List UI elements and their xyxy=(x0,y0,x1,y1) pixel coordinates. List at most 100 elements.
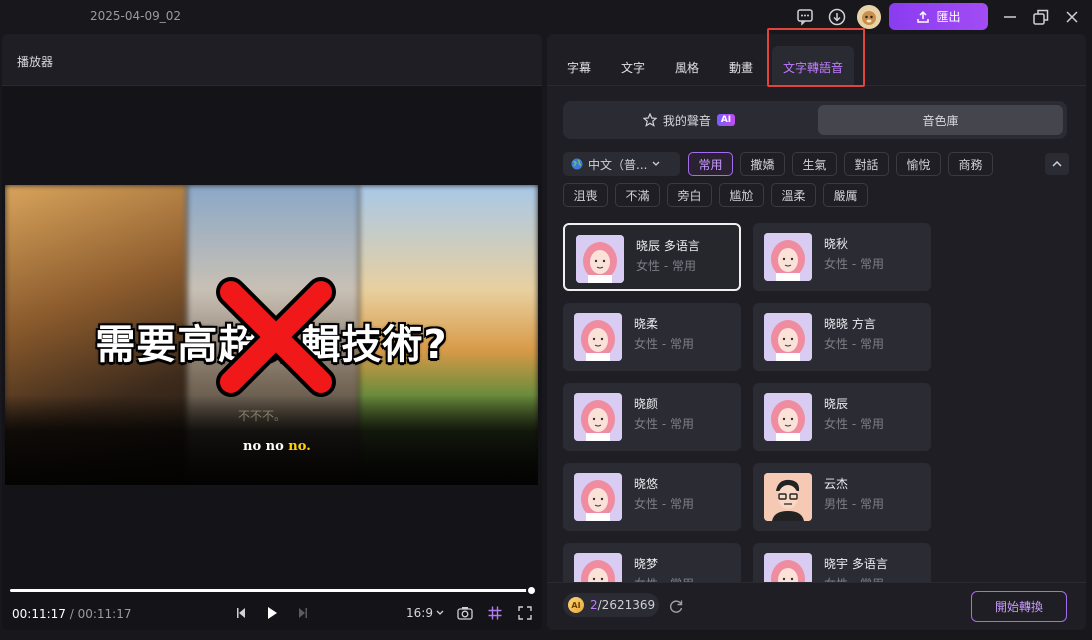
title-bar: 2025-04-09_02 匯出 xyxy=(0,0,1092,34)
restore-icon[interactable] xyxy=(1030,6,1052,28)
star-icon xyxy=(642,113,657,127)
tag-stern[interactable]: 嚴厲 xyxy=(823,183,868,207)
feedback-icon[interactable] xyxy=(794,6,816,28)
tag-angry[interactable]: 生氣 xyxy=(792,152,837,176)
voice-avatar xyxy=(764,313,812,361)
coin-icon: AI xyxy=(568,597,584,613)
time-separator: / xyxy=(65,607,78,621)
fullscreen-icon[interactable] xyxy=(515,603,535,623)
voice-name: 云杰 xyxy=(824,477,849,491)
subtitle-word-a: no no xyxy=(243,439,289,454)
voice-source-toggle: 我的聲音 AI 音色庫 xyxy=(563,101,1067,139)
tag-dialogue[interactable]: 對話 xyxy=(844,152,889,176)
voice-avatar xyxy=(574,553,622,583)
voice-avatar xyxy=(574,313,622,361)
video-preview[interactable]: 需要高超剪輯技術? 不不不。 no no no. xyxy=(5,185,538,485)
tag-dissatisfied[interactable]: 不滿 xyxy=(615,183,660,207)
time-current: 00:11:17 xyxy=(12,607,66,621)
refresh-icon[interactable] xyxy=(668,598,686,616)
language-value: 中文（普... xyxy=(588,157,648,172)
voice-name: 晓晓 方言 xyxy=(824,317,876,331)
tag-common[interactable]: 常用 xyxy=(688,152,733,176)
voice-name: 晓柔 xyxy=(634,317,659,331)
voice-name: 晓悠 xyxy=(634,477,659,491)
voice-desc: 男性 - 常用 xyxy=(824,497,884,511)
voice-desc: 女性 - 常用 xyxy=(824,257,884,271)
next-frame-icon[interactable] xyxy=(293,603,311,623)
voice-card[interactable]: 晓晓 方言 女性 - 常用 xyxy=(753,303,931,371)
chevron-up-icon xyxy=(1052,161,1062,167)
voice-avatar xyxy=(576,235,624,283)
tab-style[interactable]: 風格 xyxy=(675,59,699,76)
project-title: 2025-04-09_02 xyxy=(90,9,182,23)
aspect-ratio-value: 16:9 xyxy=(406,606,433,620)
word-subtitle: no no no. xyxy=(243,439,311,454)
player-panel: 播放器 需要高超剪輯技術? 不不不。 no no no. 00:11:17 / … xyxy=(2,34,542,630)
collapse-tags-button[interactable] xyxy=(1045,153,1069,175)
voice-name: 晓秋 xyxy=(824,237,849,251)
my-voice-label: 我的聲音 xyxy=(662,113,711,128)
voice-name: 晓辰 多语言 xyxy=(636,239,700,253)
aspect-ratio-dropdown[interactable]: 16:9 xyxy=(404,603,446,623)
prev-frame-icon[interactable] xyxy=(233,603,251,623)
cross-mark-icon xyxy=(216,277,336,397)
voice-avatar xyxy=(574,393,622,441)
grid-icon[interactable] xyxy=(485,603,505,623)
voice-desc: 女性 - 常用 xyxy=(636,259,696,273)
player-header: 播放器 xyxy=(2,34,542,86)
snapshot-icon[interactable] xyxy=(455,603,475,623)
export-label: 匯出 xyxy=(936,10,961,24)
voice-library-button[interactable]: 音色庫 xyxy=(818,105,1063,135)
tab-subtitles[interactable]: 字幕 xyxy=(567,59,591,76)
export-button[interactable]: 匯出 xyxy=(889,3,988,30)
tag-gentle[interactable]: 溫柔 xyxy=(771,183,816,207)
voice-avatar xyxy=(764,393,812,441)
voice-card[interactable]: 晓秋 女性 - 常用 xyxy=(753,223,931,291)
play-icon[interactable] xyxy=(263,603,281,623)
voice-desc: 女性 - 常用 xyxy=(824,417,884,431)
tag-business[interactable]: 商務 xyxy=(948,152,993,176)
language-dropdown[interactable]: 中文（普... xyxy=(563,152,680,176)
panel-footer: AI 2/2621369 開始轉換 xyxy=(547,582,1086,630)
credits-used: 2 xyxy=(590,598,598,612)
tag-cheerful[interactable]: 愉悅 xyxy=(896,152,941,176)
minimize-icon[interactable] xyxy=(999,6,1021,28)
voice-desc: 女性 - 常用 xyxy=(634,337,694,351)
my-voice-button[interactable]: 我的聲音 AI xyxy=(567,105,811,135)
voice-name: 晓梦 xyxy=(634,557,659,571)
faint-subtitle: 不不不。 xyxy=(238,409,287,423)
voice-list: 晓辰 多语言 女性 - 常用 晓秋 女性 - 常用 晓柔 女性 - 常用 晓晓 … xyxy=(563,223,933,583)
voice-name: 晓宇 多语言 xyxy=(824,557,888,571)
download-icon[interactable] xyxy=(826,6,848,28)
start-convert-button[interactable]: 開始轉換 xyxy=(971,591,1067,622)
voice-card[interactable]: 晓柔 女性 - 常用 xyxy=(563,303,741,371)
voice-card[interactable]: 晓颜 女性 - 常用 xyxy=(563,383,741,451)
progress-handle[interactable] xyxy=(526,585,537,596)
globe-icon xyxy=(571,158,583,170)
tab-text[interactable]: 文字 xyxy=(621,59,645,76)
voice-avatar xyxy=(574,473,622,521)
tag-awkward[interactable]: 尴尬 xyxy=(719,183,764,207)
voice-avatar xyxy=(764,553,812,583)
voice-card[interactable]: 云杰 男性 - 常用 xyxy=(753,463,931,531)
chevron-down-icon xyxy=(436,610,444,615)
tag-narration[interactable]: 旁白 xyxy=(667,183,712,207)
credit-counter: AI 2/2621369 xyxy=(563,593,659,617)
credits-total: /2621369 xyxy=(597,598,656,612)
voice-card[interactable]: 晓悠 女性 - 常用 xyxy=(563,463,741,531)
progress-bar[interactable] xyxy=(10,589,532,592)
voice-card[interactable]: 晓宇 多语言 女性 - 常用 xyxy=(753,543,931,583)
voice-library-label: 音色庫 xyxy=(922,113,959,128)
voice-card[interactable]: 晓辰 多语言 女性 - 常用 xyxy=(563,223,741,291)
tag-depressed[interactable]: 沮喪 xyxy=(563,183,608,207)
voice-card[interactable]: 晓辰 女性 - 常用 xyxy=(753,383,931,451)
tag-coquettish[interactable]: 撒嬌 xyxy=(740,152,785,176)
voice-desc: 女性 - 常用 xyxy=(824,337,884,351)
tts-panel: 字幕 文字 風格 動畫 文字轉語音 我的聲音 AI 音色庫 中文（普... 常用… xyxy=(547,34,1086,630)
close-icon[interactable] xyxy=(1061,6,1083,28)
avatar[interactable] xyxy=(857,5,881,29)
chevron-down-icon xyxy=(652,161,660,166)
subtitle-word-b: no. xyxy=(288,439,311,454)
voice-card[interactable]: 晓梦 女性 - 常用 xyxy=(563,543,741,583)
tab-animation[interactable]: 動畫 xyxy=(729,59,753,76)
